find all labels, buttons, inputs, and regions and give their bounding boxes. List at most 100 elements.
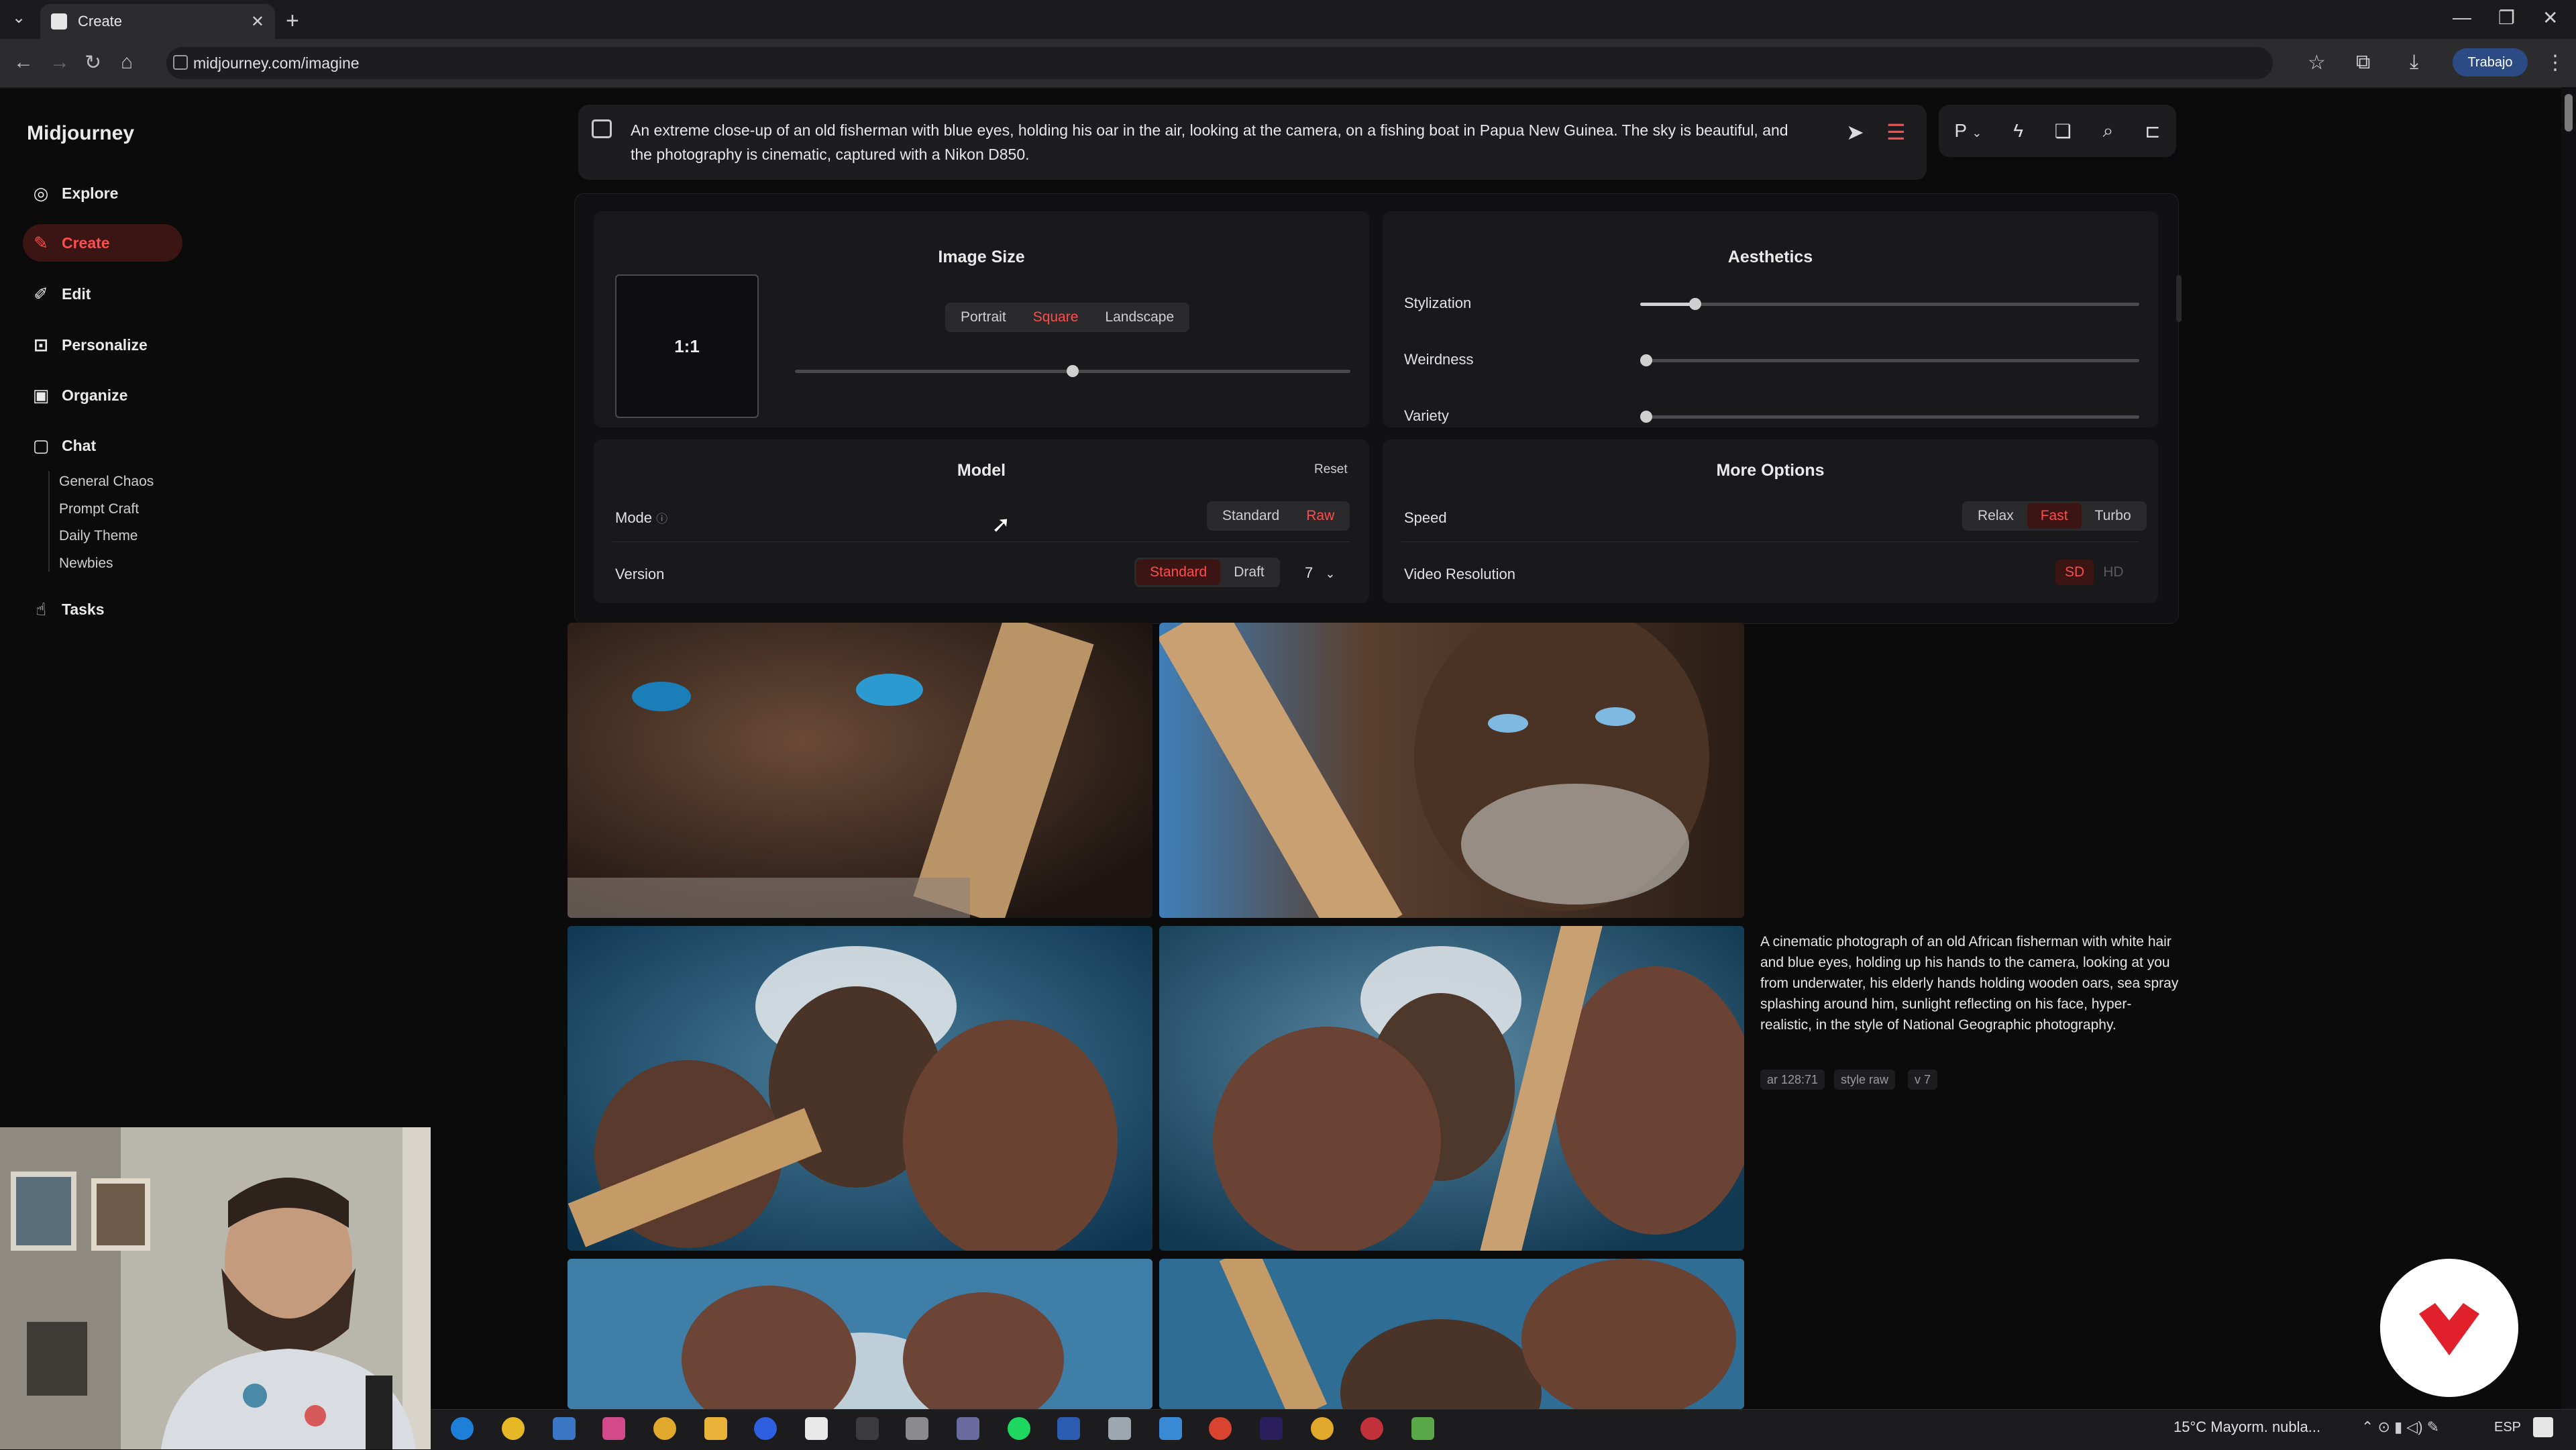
sidebar-item-personalize[interactable]: ⊡ Personalize	[23, 326, 182, 364]
app-icon[interactable]	[602, 1417, 625, 1440]
app-icon[interactable]	[1159, 1417, 1182, 1440]
sidebar-item-organize[interactable]: ▣ Organize	[23, 376, 182, 414]
send-icon[interactable]: ➤	[1846, 119, 1864, 145]
language-indicator[interactable]: ESP	[2494, 1420, 2521, 1435]
app-icon[interactable]	[1108, 1417, 1131, 1440]
generated-image[interactable]	[568, 1259, 1152, 1409]
sidebar-item-explore[interactable]: ◎ Explore	[23, 174, 182, 212]
speed-turbo[interactable]: Turbo	[2082, 503, 2145, 529]
weather-widget[interactable]: 15°C Mayorm. nubla...	[2174, 1418, 2320, 1436]
app-icon[interactable]	[1209, 1417, 1232, 1440]
midjourney-logo[interactable]: Midjourney	[27, 122, 134, 145]
address-bar[interactable]: midjourney.com/imagine	[166, 47, 2273, 79]
chrome-browser-icon[interactable]	[502, 1417, 525, 1440]
minimize-icon[interactable]: —	[2453, 7, 2471, 28]
spotify-icon[interactable]	[1008, 1417, 1030, 1440]
slider-handle[interactable]	[1640, 411, 1652, 423]
generated-image[interactable]	[1159, 623, 1744, 918]
reset-button[interactable]: Reset	[1314, 462, 1348, 477]
tab-list-icon[interactable]: ⌄	[12, 8, 25, 28]
generated-image[interactable]	[1159, 1259, 1744, 1409]
video-sd[interactable]: SD	[2055, 560, 2094, 585]
new-tab-icon[interactable]: +	[286, 8, 299, 34]
bookmark-star-icon[interactable]: ☆	[2308, 51, 2326, 74]
chat-channel-daily-theme[interactable]: Daily Theme	[59, 528, 138, 544]
home-icon[interactable]: ⌂	[121, 51, 133, 74]
extensions-icon[interactable]: ⧉	[2356, 51, 2370, 74]
version-standard[interactable]: Standard	[1136, 560, 1221, 585]
add-image-icon[interactable]	[592, 119, 612, 138]
generated-image[interactable]	[568, 623, 1152, 918]
close-window-icon[interactable]: ✕	[2542, 7, 2558, 29]
help-icon[interactable]: ⓘ	[656, 513, 667, 525]
chat-bubbles-icon[interactable]: ❏	[2055, 120, 2072, 142]
notion-icon[interactable]	[805, 1417, 828, 1440]
orientation-landscape[interactable]: Landscape	[1091, 305, 1187, 330]
system-tray-icons[interactable]: ⌃ ⊙ ▮ ◁) ✎	[2361, 1418, 2439, 1436]
orientation-portrait[interactable]: Portrait	[947, 305, 1020, 330]
download-icon[interactable]: ⤓	[2410, 51, 2418, 74]
personalize-toggle[interactable]: P ⌄	[1954, 120, 1982, 142]
variety-slider[interactable]	[1640, 411, 2139, 423]
tag-style[interactable]: style raw	[1834, 1070, 1896, 1090]
tab-title: Create	[78, 13, 123, 30]
chrome-browser-icon[interactable]	[1311, 1417, 1334, 1440]
slider-handle[interactable]	[1640, 354, 1652, 366]
mode-standard[interactable]: Standard	[1209, 503, 1293, 529]
lightning-icon[interactable]: ϟ	[2013, 120, 2023, 142]
slider-handle[interactable]	[1689, 298, 1701, 310]
slider-handle[interactable]	[1067, 365, 1079, 377]
edge-browser-icon[interactable]	[451, 1417, 474, 1440]
restore-icon[interactable]: ❐	[2498, 7, 2515, 29]
orientation-square[interactable]: Square	[1020, 305, 1092, 330]
app-icon[interactable]	[553, 1417, 576, 1440]
version-dropdown[interactable]: 7 ⌄	[1305, 564, 1335, 582]
prompt-input[interactable]: An extreme close-up of an old fisherman …	[631, 118, 1811, 166]
sidebar-item-chat[interactable]: ▢ Chat	[23, 427, 182, 464]
browser-tab[interactable]: Create ✕	[40, 4, 275, 39]
page-scrollbar[interactable]	[2561, 87, 2576, 1409]
app-icon[interactable]	[906, 1417, 928, 1440]
settings-sliders-icon[interactable]: ☰	[1886, 119, 1906, 145]
notifications-icon[interactable]	[2533, 1417, 2553, 1437]
zoom-icon[interactable]	[754, 1417, 777, 1440]
sidebar-item-edit[interactable]: ✐ Edit	[23, 275, 182, 313]
tag-aspect-ratio[interactable]: ar 128:71	[1760, 1070, 1825, 1090]
chat-channel-general-chaos[interactable]: General Chaos	[59, 474, 154, 490]
sidebar-item-label: Tasks	[62, 600, 105, 618]
speed-relax[interactable]: Relax	[1964, 503, 2027, 529]
app-icon[interactable]	[1360, 1417, 1383, 1440]
file-explorer-icon[interactable]	[704, 1417, 727, 1440]
word-icon[interactable]	[1057, 1417, 1080, 1440]
app-icon[interactable]	[957, 1417, 979, 1440]
premiere-icon[interactable]	[1260, 1417, 1283, 1440]
profile-button[interactable]: Trabajo	[2453, 48, 2528, 76]
reload-icon[interactable]: ↻	[85, 51, 101, 74]
generated-image[interactable]	[1159, 926, 1744, 1251]
site-info-icon[interactable]	[173, 55, 188, 70]
sidebar-item-tasks[interactable]: ☝ Tasks	[23, 590, 182, 628]
folder-icon[interactable]: ⊏	[2145, 120, 2160, 142]
forward-icon[interactable]: →	[50, 51, 70, 74]
weirdness-slider[interactable]	[1640, 354, 2139, 366]
app-icon[interactable]	[1411, 1417, 1434, 1440]
version-draft[interactable]: Draft	[1220, 560, 1278, 585]
speed-fast[interactable]: Fast	[2027, 503, 2082, 529]
scrollbar-thumb[interactable]	[2565, 94, 2573, 132]
aspect-ratio-slider[interactable]	[795, 365, 1350, 377]
stylization-slider[interactable]	[1640, 298, 2139, 310]
image-prompt-caption[interactable]: A cinematic photograph of an old African…	[1760, 931, 2183, 1035]
chrome-browser-icon[interactable]	[653, 1417, 676, 1440]
back-icon[interactable]: ←	[13, 51, 34, 74]
chat-channel-prompt-craft[interactable]: Prompt Craft	[59, 501, 139, 517]
mode-raw[interactable]: Raw	[1293, 503, 1348, 529]
video-hd[interactable]: HD	[2094, 560, 2133, 585]
generated-image[interactable]	[568, 926, 1152, 1251]
close-tab-icon[interactable]: ✕	[251, 12, 264, 32]
search-icon[interactable]: ⌕	[2103, 120, 2114, 142]
chat-channel-newbies[interactable]: Newbies	[59, 556, 113, 572]
tag-version[interactable]: v 7	[1908, 1070, 1938, 1090]
browser-menu-icon[interactable]: ⋮	[2545, 51, 2565, 74]
calendar-icon[interactable]	[856, 1417, 879, 1440]
sidebar-item-create[interactable]: ✎ Create	[23, 224, 182, 262]
